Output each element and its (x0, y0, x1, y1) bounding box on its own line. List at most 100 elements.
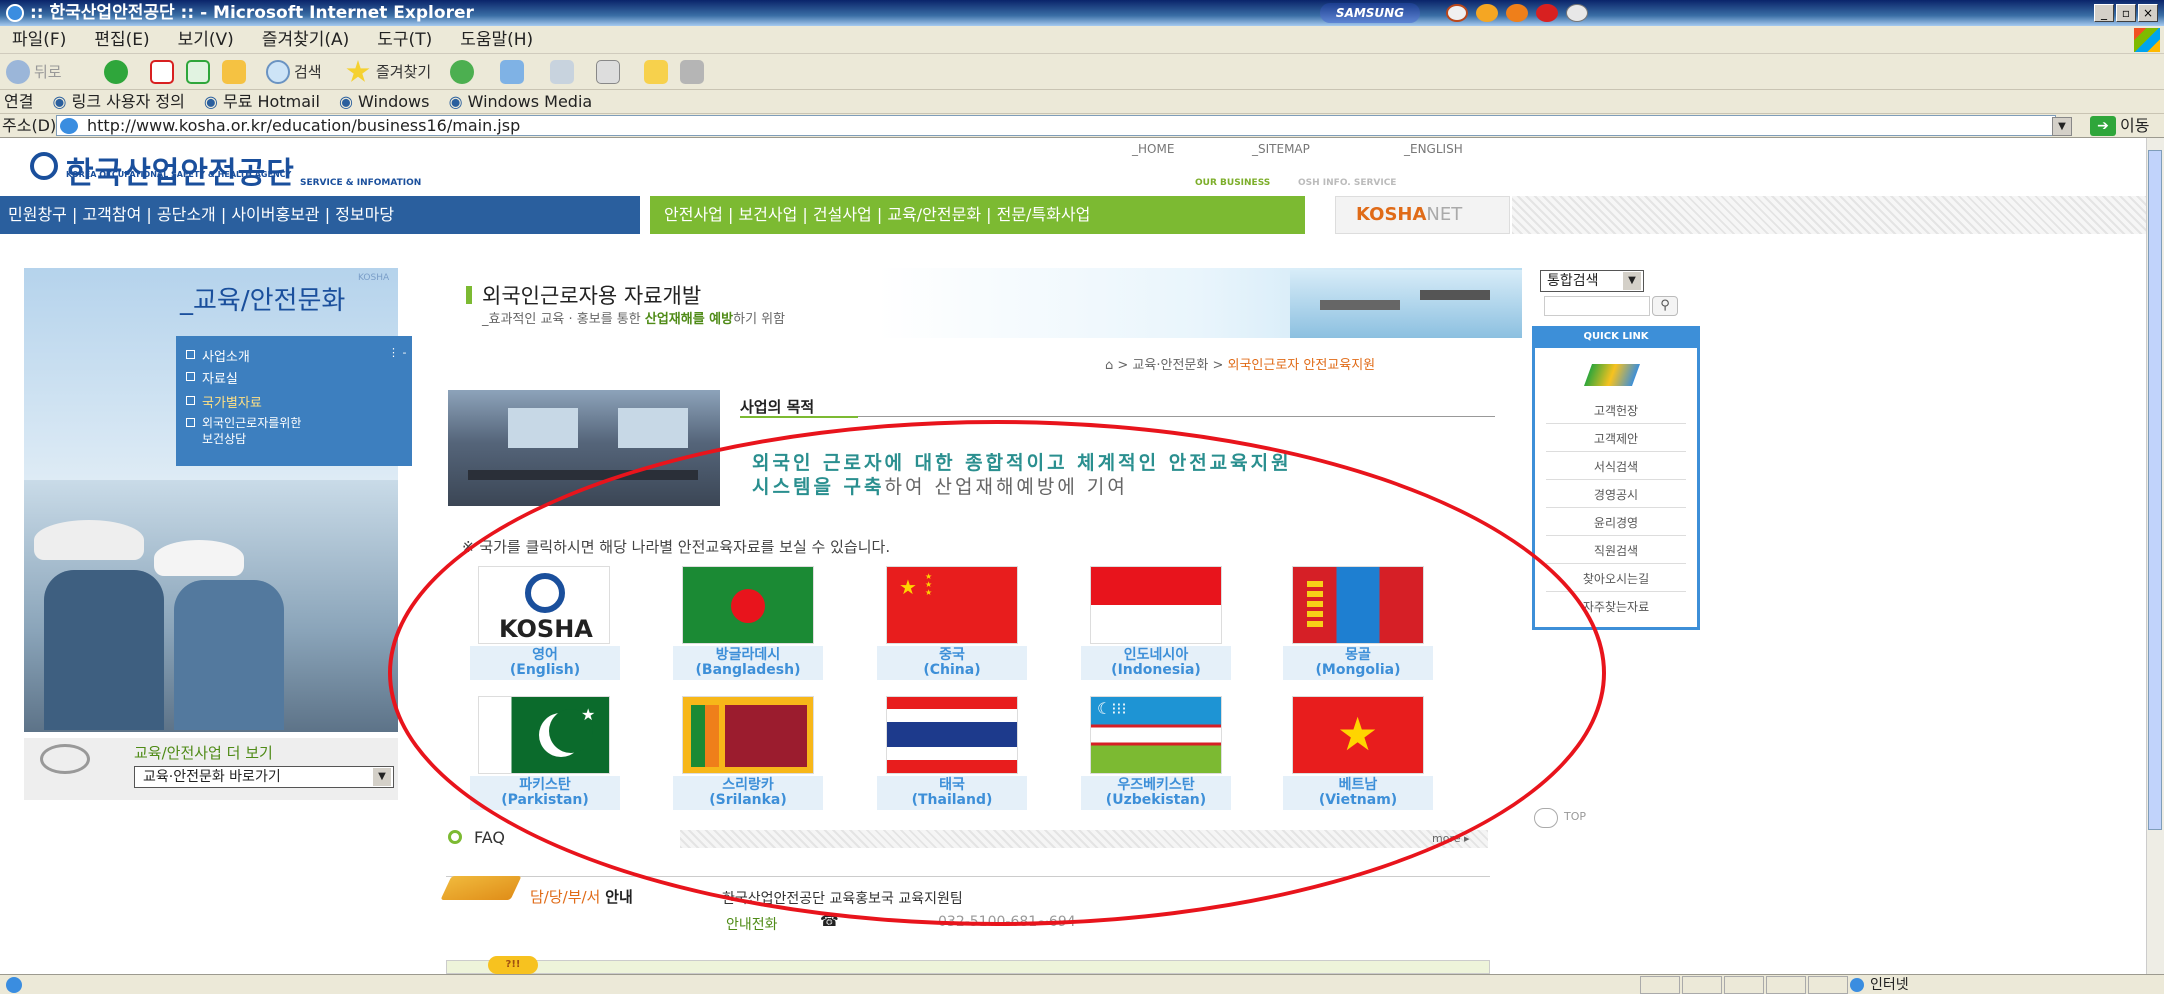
quick-link-disclosure[interactable]: 경영공시 (1546, 482, 1686, 508)
link-customize[interactable]: 링크 사용자 정의 (72, 92, 185, 111)
status-bar: 인터넷 (0, 974, 2164, 994)
worker-figure (44, 570, 164, 730)
address-input[interactable]: http://www.kosha.or.kr/education/busines… (56, 115, 2056, 136)
home-icon[interactable]: ⌂ (1105, 358, 1113, 373)
samsung-logo: SAMSUNG (1320, 3, 1420, 23)
quick-link-charter[interactable]: 고객헌장 (1546, 398, 1686, 424)
folder-icon[interactable] (644, 60, 668, 84)
address-dropdown-icon[interactable]: ▼ (2052, 117, 2072, 136)
edit-icon[interactable] (596, 60, 620, 84)
left-panel-kosha: KOSHA (358, 273, 390, 283)
history-icon[interactable] (450, 60, 474, 84)
link-hotmail[interactable]: 무료 Hotmail (223, 92, 320, 111)
minimize-button[interactable]: _ (2094, 4, 2114, 22)
ie-icon (6, 4, 24, 22)
quick-link-proposal[interactable]: 고객제안 (1546, 426, 1686, 452)
left-menu-item-country[interactable]: 국가별자료 (186, 392, 262, 411)
home-link[interactable]: _HOME (1132, 142, 1174, 156)
more-label: 교육/안전사업 더 보기 (134, 744, 273, 762)
home-icon[interactable] (222, 60, 246, 84)
worker-figure (174, 580, 284, 730)
left-menu-item-intro[interactable]: 사업소개 (186, 346, 250, 365)
page-subtitle: _효과적인 교육 · 홍보를 통한 산업재해를 예방하기 위함 (482, 308, 785, 327)
quick-link-staff[interactable]: 직원검색 (1546, 538, 1686, 564)
top-link[interactable]: TOP (1564, 810, 1586, 823)
osh-info-label: OSH INFO. SERVICE (1298, 178, 1397, 188)
status-panel (1640, 976, 1680, 994)
quick-link-icon (1580, 354, 1644, 392)
search-scope-select[interactable]: 통합검색 ▼ (1540, 270, 1644, 292)
search-icon[interactable]: ⚲ (1652, 296, 1678, 316)
link-windows[interactable]: Windows (358, 92, 429, 111)
status-panel (1766, 976, 1806, 994)
link-windows-media[interactable]: Windows Media (468, 92, 593, 111)
favorites-icon[interactable] (346, 60, 370, 82)
menu-favorites[interactable]: 즐겨찾기(A) (262, 30, 349, 50)
dept-label-a: 담/당/부/서 (530, 888, 601, 906)
phone-label: 안내전화 (726, 917, 778, 933)
menu-edit[interactable]: 편집(E) (94, 30, 149, 50)
page-icon (60, 118, 78, 134)
kosha-logo-icon (30, 152, 58, 180)
stop-page-icon[interactable] (150, 60, 174, 84)
print-icon[interactable] (550, 60, 574, 84)
purpose-heading: 사업의 목적 (740, 398, 815, 416)
forward-icon[interactable] (104, 60, 128, 84)
back-button[interactable]: 뒤로 (34, 60, 62, 84)
nav-service-menu[interactable]: 민원창구 | 고객참여 | 공단소개 | 사이버홍보관 | 정보마당 (0, 196, 640, 234)
status-panel (1682, 976, 1722, 994)
shortcut-select[interactable]: 교육·안전문화 바로가기 ▼ (134, 766, 394, 788)
left-menu-item-health[interactable]: 보건상담 (202, 430, 246, 447)
printer-icon[interactable] (1446, 4, 1468, 22)
top-arrow-icon[interactable] (1534, 808, 1558, 828)
search-input[interactable] (1544, 296, 1650, 316)
breadcrumb-path[interactable]: > 교육·안전문화 > (1117, 358, 1227, 373)
nav-business-menu[interactable]: 안전사업 | 보건사업 | 건설사업 | 교육/안전문화 | 전문/특화사업 (650, 196, 1305, 234)
tip-badge: ?!! (488, 956, 538, 974)
mail-icon[interactable] (1506, 4, 1528, 22)
left-menu-item-foreign[interactable]: 외국인근로자를위한 (185, 414, 301, 431)
site-logo-subtitle: KOREA OCCUPATIONAL SAFETY & HEALTH AGENC… (66, 170, 292, 179)
refresh-icon[interactable] (186, 60, 210, 84)
address-label: 주소(D) (2, 116, 57, 135)
divider-accent (740, 416, 858, 418)
quick-link-forms[interactable]: 서식검색 (1546, 454, 1686, 480)
dept-label-b: 안내 (605, 888, 633, 906)
search-button[interactable]: 검색 (294, 60, 322, 84)
menu-help[interactable]: 도움말(H) (460, 30, 533, 50)
close-button[interactable]: × (2138, 4, 2158, 22)
expand-icon[interactable]: ⋮ - (388, 346, 406, 359)
messenger-icon[interactable] (1476, 4, 1498, 22)
go-icon[interactable]: ➔ (2090, 116, 2116, 136)
chevron-down-icon[interactable]: ▼ (373, 768, 391, 786)
window-shape (508, 408, 578, 448)
title-marker (466, 286, 472, 304)
search-icon[interactable] (266, 60, 290, 84)
kosha-net-tab[interactable]: KOSHANET (1335, 196, 1510, 234)
ie-page-icon: ◉ (448, 92, 463, 111)
breadcrumb-current: 외국인근로자 안전교육지원 (1227, 358, 1376, 373)
favorites-button[interactable]: 즐겨찾기 (376, 60, 431, 84)
quick-link-ethics[interactable]: 윤리경영 (1546, 510, 1686, 536)
magnifier-icon (40, 744, 90, 774)
research-icon[interactable] (680, 60, 704, 84)
service-info-label: SERVICE & INFOMATION (300, 178, 422, 188)
english-link[interactable]: _ENGLISH (1404, 142, 1463, 156)
stop-icon[interactable] (1536, 4, 1558, 22)
subtitle-bold: 산업재해를 예방 (644, 312, 734, 327)
left-menu-item-library[interactable]: 자료실 (186, 368, 238, 387)
mail-toolbar-icon[interactable] (500, 60, 524, 84)
scrollbar-thumb[interactable] (2148, 150, 2162, 830)
back-icon[interactable] (6, 60, 30, 84)
sitemap-link[interactable]: _SITEMAP (1252, 142, 1310, 156)
faq-bullet-icon (448, 830, 462, 844)
maximize-button[interactable]: ▫ (2116, 4, 2136, 22)
menu-view[interactable]: 보기(V) (178, 30, 234, 50)
menu-tools[interactable]: 도구(T) (377, 30, 432, 50)
go-button[interactable]: 이동 (2120, 114, 2149, 138)
faq-heading[interactable]: FAQ (474, 828, 505, 847)
chevron-down-icon[interactable]: ▼ (1623, 272, 1641, 290)
internet-zone-icon (1850, 978, 1864, 992)
dropdown-icon[interactable] (1566, 4, 1588, 22)
menu-file[interactable]: 파일(F) (12, 30, 66, 50)
